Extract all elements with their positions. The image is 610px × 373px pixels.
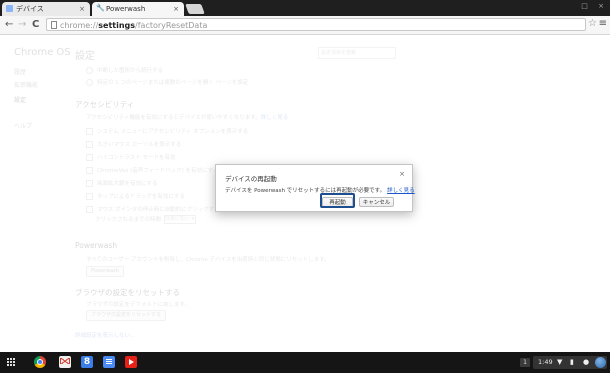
docs-icon[interactable] (103, 356, 115, 368)
url-prefix: chrome:// (60, 21, 99, 30)
tab-title: Powerwash (106, 5, 146, 13)
address-bar[interactable]: chrome://settings/factoryResetData (46, 18, 586, 31)
close-window-icon[interactable]: × (598, 2, 604, 10)
clock: 1:49 (538, 358, 553, 366)
youtube-icon[interactable] (125, 356, 137, 368)
app-launcher-icon[interactable] (7, 358, 16, 367)
notification-badge[interactable]: 1 (520, 358, 530, 367)
window-controls: □ × (573, 2, 604, 10)
chrome-icon[interactable] (34, 356, 46, 368)
wifi-icon: ▼ (557, 358, 563, 366)
battery-icon: ▮ (570, 358, 574, 366)
dialog-title: デバイスの再起動 (225, 175, 277, 183)
page-icon (51, 21, 57, 29)
tab-title: デバイス (16, 5, 44, 13)
menu-icon[interactable]: ≡ (599, 18, 607, 29)
restart-dialog: デバイスの再起動 × デバイスを Powerwash でリセットするには再起動が… (215, 164, 415, 212)
wrench-icon: 🔧 (96, 4, 105, 12)
url-path: /factoryResetData (135, 21, 208, 30)
tab-close-icon[interactable]: × (173, 2, 179, 16)
minimize-icon[interactable]: □ (581, 2, 588, 10)
avatar[interactable] (595, 357, 606, 368)
forward-arrow-icon[interactable]: → (18, 19, 26, 31)
tab-devices[interactable]: デバイス × (2, 2, 90, 16)
close-icon[interactable]: × (399, 170, 405, 178)
search-app-icon[interactable]: 8 (81, 356, 93, 368)
bookmark-star-icon[interactable]: ☆ (588, 18, 597, 29)
tab-strip: デバイス × 🔧 Powerwash × □ × (0, 0, 610, 16)
page-icon (6, 5, 13, 12)
message-text: デバイスを Powerwash でリセットするには再起動が必要です。 (225, 188, 386, 194)
tab-close-icon[interactable]: × (79, 2, 85, 16)
cancel-button[interactable]: キャンセル (359, 197, 394, 207)
shelf: 8 1 1:49 ▼ ▮ ● (0, 352, 610, 373)
status-tray[interactable]: 1:49 ▼ ▮ ● (533, 356, 607, 369)
focus-highlight (320, 193, 355, 208)
new-tab-button[interactable] (185, 4, 205, 14)
gmail-icon[interactable] (59, 356, 71, 368)
url-host: settings (98, 21, 136, 30)
tab-powerwash[interactable]: 🔧 Powerwash × (92, 2, 184, 16)
learn-more-link[interactable]: 詳しく見る (387, 188, 415, 194)
reload-icon[interactable]: C (32, 19, 39, 31)
lock-icon: ● (583, 358, 590, 366)
back-arrow-icon[interactable]: ← (5, 19, 13, 31)
browser-toolbar: ← → C chrome://settings/factoryResetData… (0, 16, 610, 35)
